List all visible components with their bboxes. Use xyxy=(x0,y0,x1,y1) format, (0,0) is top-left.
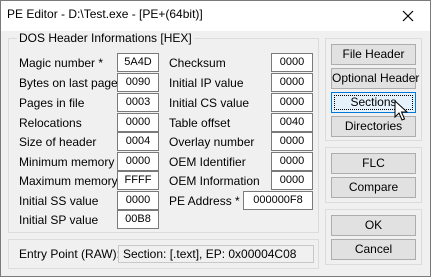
field-table-offset[interactable]: 0040 xyxy=(271,113,313,132)
label-oem-information: OEM Information xyxy=(169,174,260,188)
title-bar: PE Editor - D:\Test.exe - [PE+(64bit)] xyxy=(1,1,430,31)
close-icon xyxy=(402,10,414,21)
field-initial-ss-value[interactable]: 0000 xyxy=(117,191,159,210)
file-header-button[interactable]: File Header xyxy=(331,44,416,65)
label-checksum: Checksum xyxy=(169,56,226,70)
field-checksum[interactable]: 0000 xyxy=(271,53,313,72)
field-minimum-memory[interactable]: 0000 xyxy=(117,152,159,171)
label-initial-sp-value: Initial SP value xyxy=(19,213,99,227)
field-oem-identifier[interactable]: 0000 xyxy=(271,152,313,171)
entry-point-label: Entry Point (RAW): xyxy=(19,247,120,261)
label-maximum-memory: Maximum memory xyxy=(19,174,118,188)
label-table-offset: Table offset xyxy=(169,116,231,130)
window-title: PE Editor - D:\Test.exe - [PE+(64bit)] xyxy=(7,7,203,21)
field-initial-sp-value[interactable]: 00B8 xyxy=(117,210,159,229)
label-magic-number: Magic number * xyxy=(19,56,104,70)
field-initial-cs-value[interactable]: 0000 xyxy=(271,93,313,112)
field-maximum-memory[interactable]: FFFF xyxy=(117,171,159,190)
ok-button[interactable]: OK xyxy=(331,215,416,236)
field-pages-in-file[interactable]: 0003 xyxy=(117,93,159,112)
field-magic-number[interactable]: 5A4D xyxy=(117,53,159,72)
label-bytes-on-last-page: Bytes on last page xyxy=(19,76,118,90)
label-relocations: Relocations xyxy=(19,116,82,130)
label-initial-ss-value: Initial SS value xyxy=(19,194,99,208)
field-relocations[interactable]: 0000 xyxy=(117,113,159,132)
mouse-cursor-icon xyxy=(394,100,409,121)
field-size-of-header[interactable]: 0004 xyxy=(117,132,159,151)
label-size-of-header: Size of header xyxy=(19,135,97,149)
entry-point-field[interactable]: Section: [.text], EP: 0x00004C08 xyxy=(118,245,314,263)
dos-header-group-title: DOS Header Informations [HEX] xyxy=(17,31,194,45)
cancel-button[interactable]: Cancel xyxy=(331,239,416,260)
field-overlay-number[interactable]: 0000 xyxy=(271,132,313,151)
label-pe-address: PE Address * xyxy=(169,194,240,208)
field-initial-ip-value[interactable]: 0000 xyxy=(271,73,313,92)
label-minimum-memory: Minimum memory xyxy=(19,155,115,169)
label-oem-identifier: OEM Identifier xyxy=(169,155,246,169)
label-overlay-number: Overlay number xyxy=(169,135,255,149)
close-button[interactable] xyxy=(386,1,430,30)
label-initial-ip-value: Initial IP value xyxy=(169,76,244,90)
optional-header-button[interactable]: Optional Header xyxy=(331,68,419,89)
compare-button[interactable]: Compare xyxy=(331,177,416,198)
flc-button[interactable]: FLC xyxy=(331,153,416,174)
label-initial-cs-value: Initial CS value xyxy=(169,96,250,110)
pe-editor-window: PE Editor - D:\Test.exe - [PE+(64bit)] D… xyxy=(0,0,431,277)
field-pe-address[interactable]: 000000F8 xyxy=(243,191,313,210)
field-bytes-on-last-page[interactable]: 0090 xyxy=(117,73,159,92)
field-oem-information[interactable]: 0000 xyxy=(271,171,313,190)
label-pages-in-file: Pages in file xyxy=(19,96,85,110)
